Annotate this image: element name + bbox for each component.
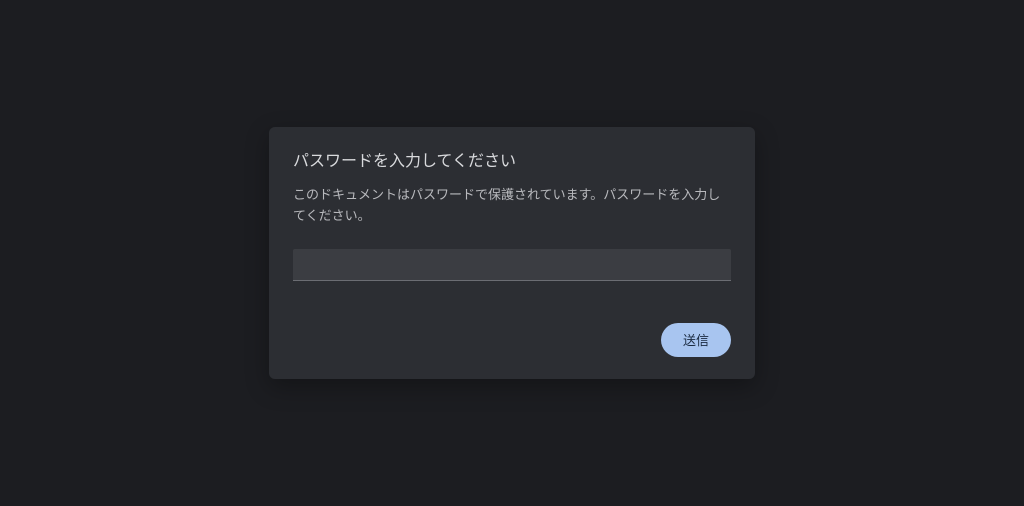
password-input[interactable]: [293, 249, 731, 281]
dialog-title: パスワードを入力してください: [293, 147, 731, 171]
dialog-description: このドキュメントはパスワードで保護されています。パスワードを入力してください。: [293, 185, 731, 227]
submit-button[interactable]: 送信: [661, 323, 731, 357]
dialog-actions: 送信: [293, 323, 731, 357]
password-dialog: パスワードを入力してください このドキュメントはパスワードで保護されています。パ…: [269, 127, 755, 379]
